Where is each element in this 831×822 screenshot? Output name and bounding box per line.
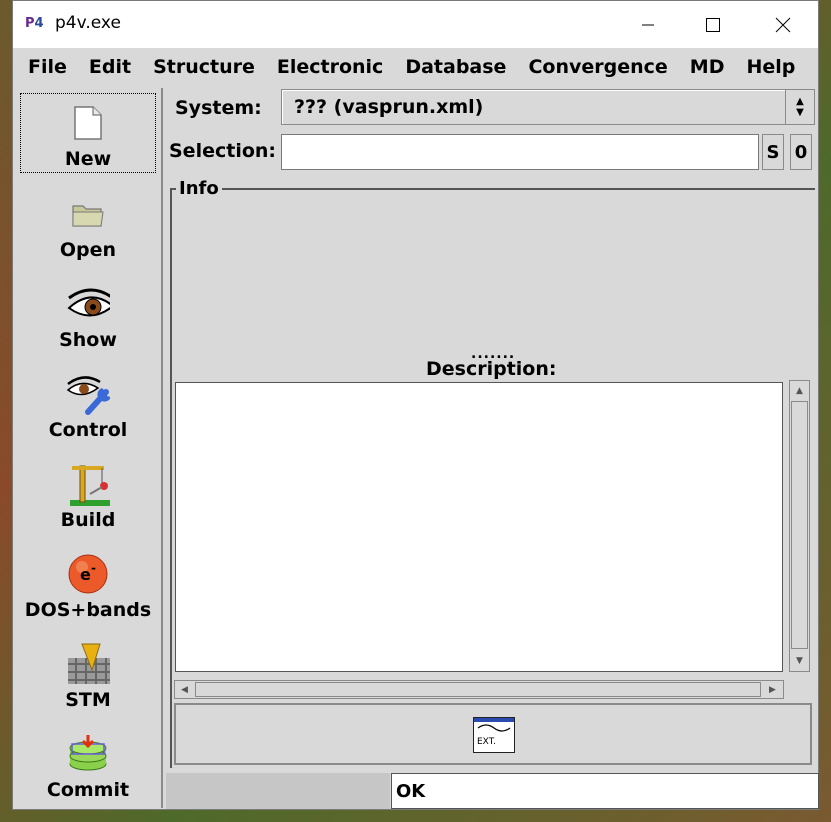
ext-button[interactable]: EXT. — [473, 717, 515, 753]
description-label: Description: — [426, 358, 557, 380]
menu-structure[interactable]: Structure — [142, 56, 266, 78]
system-select[interactable]: ??? (vasprun.xml) — [281, 89, 803, 125]
description-horizontal-scrollbar[interactable]: ◀ ▶ — [174, 680, 784, 699]
system-value: ??? (vasprun.xml) — [294, 96, 484, 118]
control-label: Control — [48, 419, 128, 441]
eye-icon — [66, 283, 110, 325]
new-label: New — [64, 148, 112, 170]
description-textarea[interactable] — [175, 382, 783, 672]
menu-convergence[interactable]: Convergence — [517, 56, 678, 78]
ext-panel: EXT. — [174, 703, 812, 765]
minimize-icon — [642, 24, 654, 25]
build-button[interactable]: Build — [20, 453, 156, 533]
stm-tip-icon — [66, 643, 110, 685]
minimize-button[interactable] — [613, 1, 683, 48]
open-button[interactable]: Open — [20, 183, 156, 263]
stm-button[interactable]: STM — [20, 633, 156, 713]
status-message: OK — [391, 773, 819, 809]
spin-down-icon: ▼ — [796, 107, 804, 118]
close-icon — [775, 17, 791, 32]
new-button[interactable]: New — [20, 93, 156, 173]
folder-icon — [66, 193, 110, 235]
svg-text:-: - — [91, 561, 96, 575]
horizontal-scroll-thumb[interactable] — [195, 682, 761, 697]
dos-bands-button[interactable]: e- DOS+bands — [20, 543, 156, 623]
menu-electronic[interactable]: Electronic — [266, 56, 394, 78]
menu-help[interactable]: Help — [735, 56, 806, 78]
window-title: p4v.exe — [55, 13, 121, 33]
commit-label: Commit — [46, 779, 130, 801]
ext-window-icon — [474, 718, 514, 732]
info-legend: Info — [176, 178, 222, 199]
show-button[interactable]: Show — [20, 273, 156, 353]
scroll-left-icon[interactable]: ◀ — [176, 681, 193, 698]
spin-up-icon: ▲ — [796, 96, 804, 107]
dos-bands-label: DOS+bands — [24, 599, 152, 621]
commit-button[interactable]: Commit — [20, 723, 156, 803]
menu-file[interactable]: File — [13, 56, 78, 78]
menu-edit[interactable]: Edit — [78, 56, 142, 78]
control-button[interactable]: Control — [20, 363, 156, 443]
menu-bar: File Edit Structure Electronic Database … — [13, 49, 818, 85]
app-icon: P4 — [25, 16, 44, 31]
show-label: Show — [59, 329, 117, 351]
selection-label: Selection: — [169, 140, 277, 162]
vertical-scroll-thumb[interactable] — [791, 401, 808, 649]
scroll-right-icon[interactable]: ▶ — [764, 681, 781, 698]
system-spinner[interactable]: ▲ ▼ — [785, 89, 815, 125]
ext-label: EXT. — [477, 737, 496, 747]
menu-md[interactable]: MD — [679, 56, 736, 78]
menu-database[interactable]: Database — [394, 56, 517, 78]
stm-label: STM — [65, 689, 111, 711]
maximize-button[interactable] — [678, 1, 748, 48]
open-label: Open — [59, 239, 117, 261]
svg-text:e: e — [80, 565, 91, 584]
selection-s-button[interactable]: S — [762, 134, 784, 170]
status-left-field — [166, 773, 390, 809]
scroll-up-icon[interactable]: ▲ — [791, 382, 808, 399]
app-window: P4 p4v.exe File Edit Structure Electroni… — [12, 0, 819, 810]
system-label: System: — [175, 97, 262, 119]
selection-zero-button[interactable]: 0 — [790, 134, 812, 170]
electron-icon: e- — [66, 553, 110, 595]
scroll-down-icon[interactable]: ▼ — [791, 652, 808, 669]
database-commit-icon — [66, 733, 110, 775]
close-button[interactable] — [748, 1, 818, 48]
side-toolbar: New Open Show Control Build e - DOS+band… — [17, 88, 163, 808]
title-bar[interactable]: P4 p4v.exe — [13, 1, 818, 48]
selection-input[interactable] — [281, 134, 759, 170]
maximize-icon — [706, 17, 720, 32]
description-vertical-scrollbar[interactable]: ▲ ▼ — [789, 380, 810, 672]
eye-wrench-icon — [66, 373, 110, 415]
document-icon — [66, 102, 110, 144]
crane-icon — [66, 463, 110, 506]
build-label: Build — [60, 509, 116, 531]
